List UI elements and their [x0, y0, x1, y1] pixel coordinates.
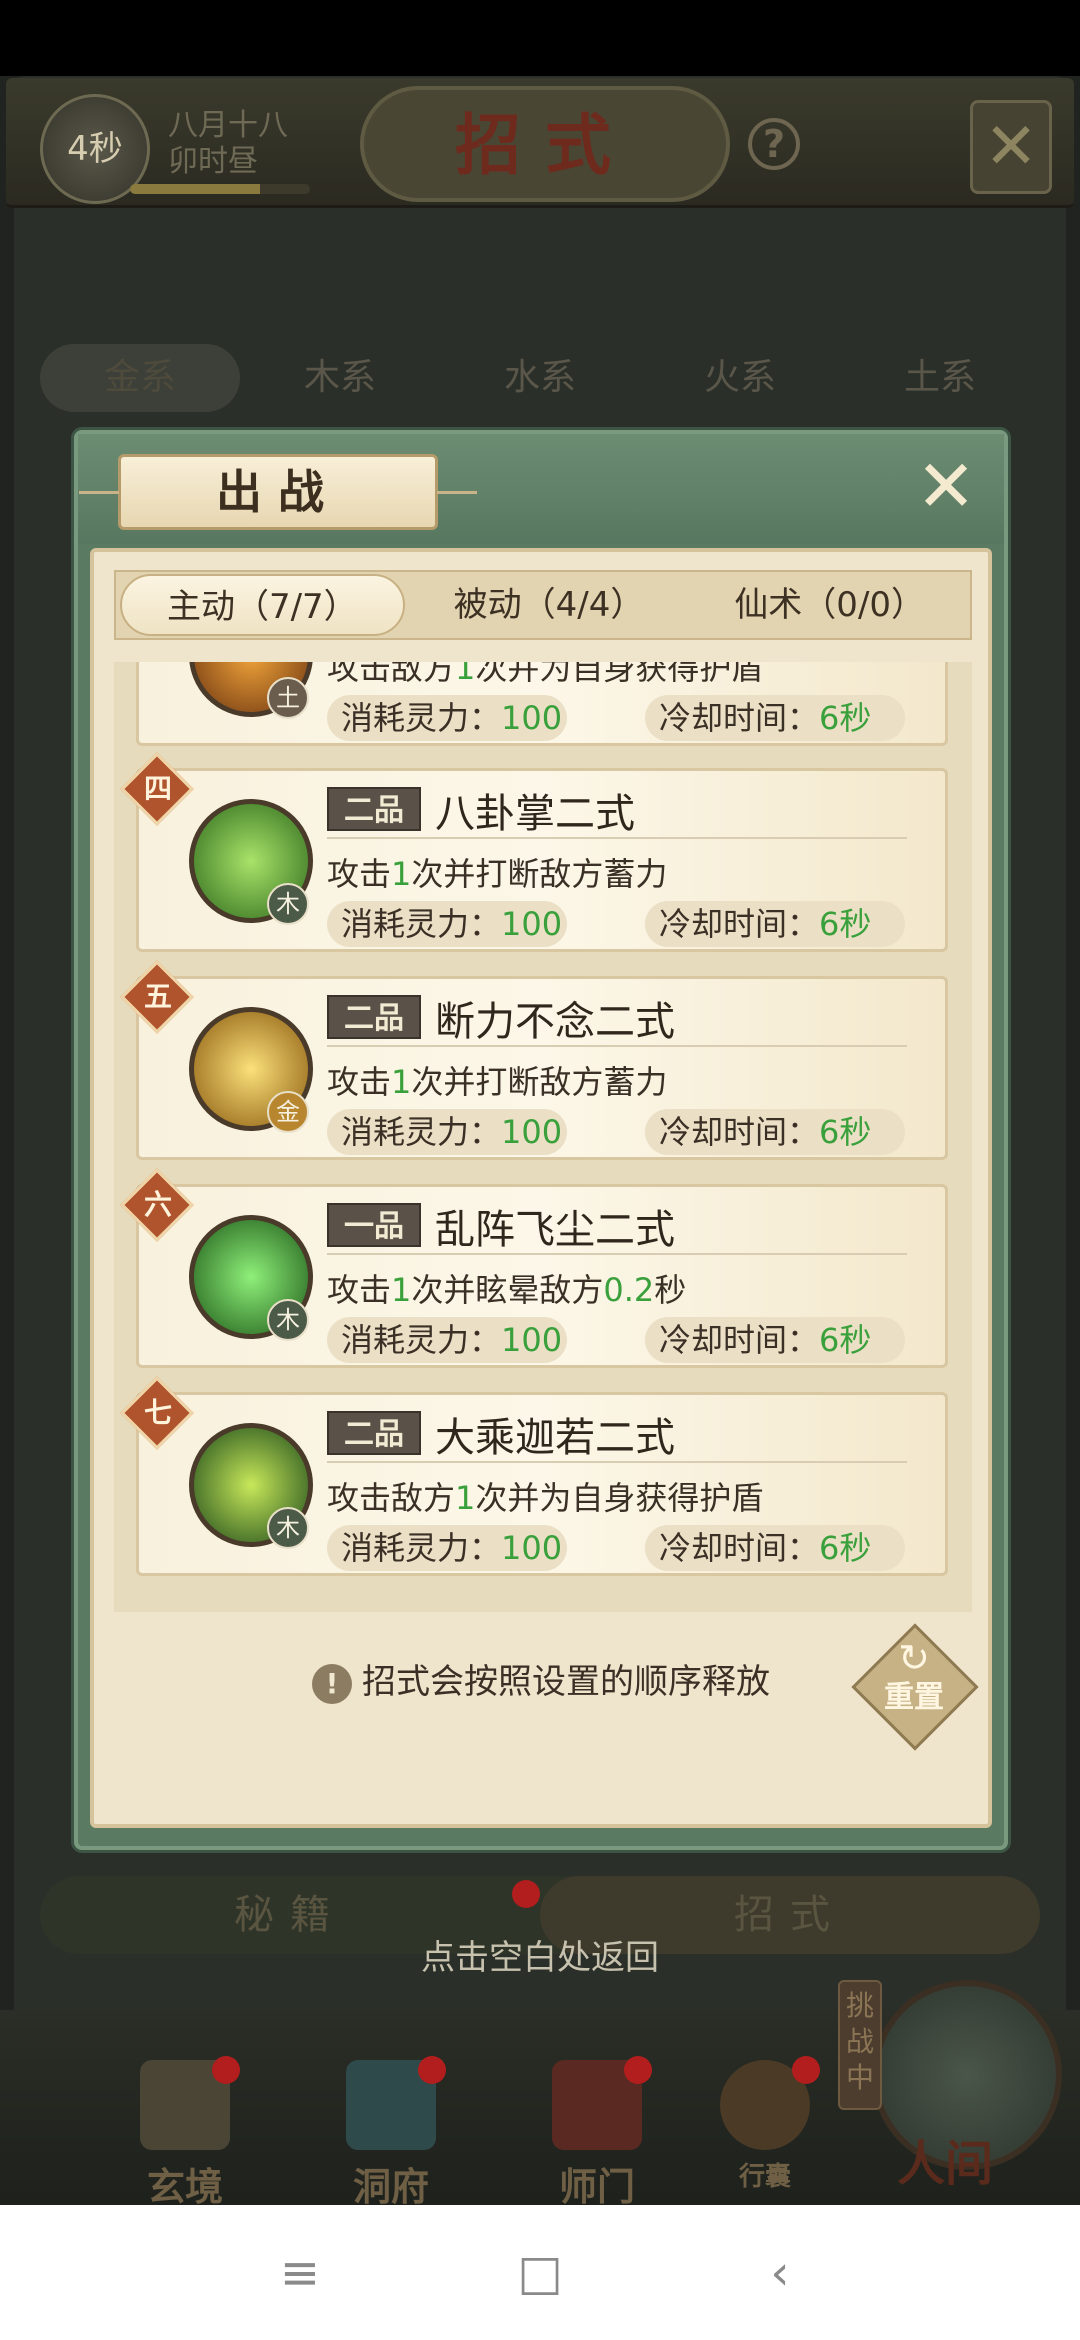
divider: [327, 1253, 907, 1255]
skill-description: 攻击1次并眩晕敌方0.2秒: [327, 1271, 687, 1309]
notification-dot: [792, 2056, 820, 2084]
status-bar-area: [0, 0, 1080, 76]
tab-wood[interactable]: 木系: [240, 344, 440, 412]
element-badge: 木: [267, 1507, 309, 1549]
dialog-title: 出战: [79, 454, 477, 530]
element-badge: 金: [267, 1091, 309, 1133]
tab-metal[interactable]: 金系: [40, 344, 240, 412]
nav-label: 行囊: [738, 2162, 791, 2192]
tab-active-skills[interactable]: 主动（7/7）: [120, 574, 405, 636]
tab-passive-skills[interactable]: 被动（4/4）: [409, 572, 690, 638]
spirit-cost: 消耗灵力：100: [327, 1109, 567, 1155]
page-title: 招式: [360, 86, 730, 202]
cooldown: 冷却时间：6秒: [645, 1525, 905, 1571]
spirit-cost: 消耗灵力：100: [327, 901, 567, 947]
spirit-cost: 消耗灵力：100: [327, 1317, 567, 1363]
grade-tag: 二品: [327, 995, 421, 1039]
nav-item-xingnang[interactable]: 行囊: [700, 2056, 830, 2200]
dialog-body: 主动（7/7） 被动（4/4） 仙术（0/0） 土 攻击敌方1次并为自身获得护盾…: [90, 548, 992, 1828]
notification-dot: [212, 2056, 240, 2084]
nav-item-dongfu[interactable]: 洞府: [326, 2056, 456, 2205]
divider: [327, 1461, 907, 1463]
help-icon[interactable]: ?: [748, 118, 800, 170]
close-page-button[interactable]: ✕: [970, 100, 1052, 194]
home-icon[interactable]: □: [495, 2228, 585, 2318]
skill-card[interactable]: 土 攻击敌方1次并为自身获得护盾 消耗灵力：100 冷却时间：6秒: [136, 662, 948, 746]
notification-dot: [418, 2056, 446, 2084]
nav-item-shimen[interactable]: 师门: [532, 2056, 662, 2205]
back-icon[interactable]: ‹: [735, 2228, 825, 2318]
skill-card[interactable]: 木 四 二品 八卦掌二式 攻击1次并打断敌方蓄力 消耗灵力：100 冷却时间：6…: [120, 752, 948, 952]
world-label: 人间: [896, 2136, 993, 2192]
order-note-text: 招式会按照设置的顺序释放: [362, 1662, 770, 1702]
info-icon: !: [312, 1663, 352, 1704]
skill-name: 断力不念二式: [435, 999, 675, 1045]
dialog-close-button[interactable]: ✕: [908, 450, 984, 526]
order-number: 七: [143, 1396, 172, 1429]
cooldown: 冷却时间：6秒: [645, 1317, 905, 1363]
order-number: 六: [143, 1188, 172, 1221]
time-label: 卯时昼: [168, 144, 258, 179]
dialog-header: 出战 ✕: [78, 434, 1004, 544]
day-progress-fill: [130, 184, 260, 194]
tab-earth[interactable]: 土系: [840, 344, 1040, 412]
skill-name: 乱阵飞尘二式: [435, 1207, 675, 1253]
cooldown: 冷却时间：6秒: [645, 1109, 905, 1155]
tap-to-return-hint[interactable]: 点击空白处返回: [0, 1930, 1080, 1979]
skill-list[interactable]: 土 攻击敌方1次并为自身获得护盾 消耗灵力：100 冷却时间：6秒 木 四 二品…: [114, 662, 972, 1612]
element-tabs: 金系 木系 水系 火系 土系: [40, 344, 1040, 412]
nav-label: 师门: [558, 2164, 635, 2205]
game-screen: 4秒 八月十八 卯时昼 招式 ? ✕ 金系 木系 水系 火系 土系 秘籍 招式 …: [0, 0, 1080, 2205]
skill-card[interactable]: 金 五 二品 断力不念二式 攻击1次并打断敌方蓄力 消耗灵力：100 冷却时间：…: [120, 960, 948, 1160]
skill-type-tabs: 主动（7/7） 被动（4/4） 仙术（0/0）: [114, 570, 972, 640]
element-badge: 木: [267, 883, 309, 925]
skill-name: 大乘迦若二式: [435, 1415, 675, 1461]
grade-tag: 一品: [327, 1203, 421, 1247]
skill-card[interactable]: 木 六 一品 乱阵飞尘二式 攻击1次并眩晕敌方0.2秒 消耗灵力：100 冷却时…: [120, 1168, 948, 1368]
menu-icon[interactable]: ≡: [255, 2228, 345, 2318]
tab-immortal-arts[interactable]: 仙术（0/0）: [689, 572, 970, 638]
notification-dot: [512, 1880, 540, 1908]
grade-tag: 二品: [327, 1411, 421, 1455]
nav-label: 玄境: [146, 2164, 223, 2205]
order-number: 五: [143, 980, 172, 1013]
cooldown: 冷却时间：6秒: [645, 695, 905, 741]
order-number: 四: [143, 772, 172, 805]
spirit-cost: 消耗灵力：100: [327, 695, 567, 741]
nav-item-xuanjing[interactable]: 玄境: [120, 2056, 250, 2205]
skill-description: 攻击敌方1次并为自身获得护盾: [327, 662, 764, 687]
grade-tag: 二品: [327, 787, 421, 831]
tab-water[interactable]: 水系: [440, 344, 640, 412]
element-badge: 土: [267, 677, 309, 719]
nav-label: 洞府: [352, 2164, 429, 2205]
cooldown: 冷却时间：6秒: [645, 901, 905, 947]
challenge-status-tag: 挑战中: [838, 1980, 882, 2110]
reset-label: 重置: [884, 1680, 944, 1715]
spirit-cost: 消耗灵力：100: [327, 1525, 567, 1571]
tab-fire[interactable]: 火系: [640, 344, 840, 412]
skill-card[interactable]: 木 七 二品 大乘迦若二式 攻击敌方1次并为自身获得护盾 消耗灵力：100 冷却…: [120, 1376, 948, 1576]
skill-description: 攻击1次并打断敌方蓄力: [327, 855, 668, 893]
element-badge: 木: [267, 1299, 309, 1341]
skill-description: 攻击1次并打断敌方蓄力: [327, 1063, 668, 1101]
battle-skills-dialog: 出战 ✕ 主动（7/7） 被动（4/4） 仙术（0/0） 土 攻击敌方1次并为自…: [74, 430, 1008, 1850]
divider: [327, 837, 907, 839]
day-progress-bar: [130, 184, 310, 194]
skill-description: 攻击敌方1次并为自身获得护盾: [327, 1479, 764, 1517]
skill-name: 八卦掌二式: [435, 791, 635, 837]
order-note: ! 招式会按照设置的顺序释放: [94, 1654, 988, 1704]
divider: [327, 1045, 907, 1047]
system-nav-bar: ≡ □ ‹: [0, 2205, 1080, 2340]
notification-dot: [624, 2056, 652, 2084]
